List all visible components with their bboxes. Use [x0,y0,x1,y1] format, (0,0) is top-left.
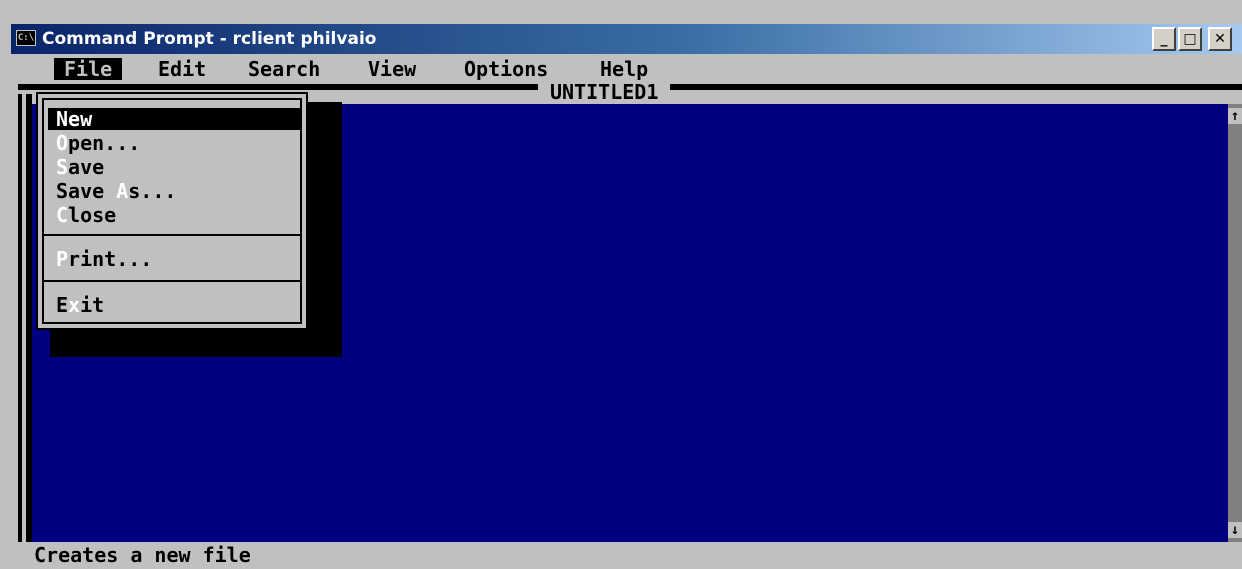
file-menu-save-as[interactable]: Save As... [48,180,300,202]
file-menu-exit[interactable]: Exit [48,294,300,316]
document-title: UNTITLED1 [538,80,671,104]
command-prompt-window: C:\ Command Prompt - rclient philvaio _ … [0,0,1242,569]
hotkey: A [116,179,129,203]
close-button[interactable]: ✕ [1208,27,1232,51]
file-menu-frame: New Open... Save Save As... Close Print.… [42,98,302,324]
hotkey: N [56,107,69,131]
menu-item-label: pen... [68,131,141,155]
hotkey: O [56,131,69,155]
menu-item-label: rint... [68,247,153,271]
menu-item-label: ave [68,155,105,179]
hotkey: S [56,155,69,179]
hotkey: x [68,293,81,317]
menu-file[interactable]: File [54,58,123,80]
maximize-icon: □ [1183,31,1197,47]
menu-help[interactable]: Help [600,58,648,80]
menu-item-label: ew [68,107,93,131]
menu-item-prefix: Save [56,179,117,203]
menu-search[interactable]: Search [248,58,320,80]
status-bar: Creates a new file [18,542,1242,569]
console-app-icon[interactable]: C:\ [16,30,36,46]
menu-options[interactable]: Options [464,58,548,80]
menu-item-label: it [80,293,105,317]
file-menu-print[interactable]: Print... [48,248,300,270]
menu-view[interactable]: View [368,58,416,80]
menu-separator [44,234,300,236]
file-menu-new[interactable]: New [48,108,300,130]
window-title: Command Prompt - rclient philvaio [42,29,377,49]
scroll-down-icon[interactable]: ↓ [1228,522,1242,538]
menu-edit[interactable]: Edit [158,58,206,80]
scroll-up-icon[interactable]: ↑ [1228,108,1242,124]
file-menu-close[interactable]: Close [48,204,300,226]
hotkey: C [56,203,69,227]
console-area: File Edit Search View Options Help UNTIT… [18,54,1242,569]
menu-bar: File Edit Search View Options Help [18,54,1242,82]
close-icon: ✕ [1214,31,1226,47]
menu-item-label: lose [68,203,117,227]
hotkey: P [56,247,69,271]
editor-left-line [22,94,26,542]
menu-item-prefix: E [56,293,69,317]
file-menu-dropdown: New Open... Save Save As... Close Print.… [36,92,308,330]
minimize-icon: _ [1160,31,1168,47]
file-menu-save[interactable]: Save [48,156,300,178]
menu-item-label: s... [128,179,177,203]
file-menu-open[interactable]: Open... [48,132,300,154]
menu-separator [44,280,300,282]
maximize-button[interactable]: □ [1178,27,1202,51]
vertical-scrollbar[interactable] [1228,104,1242,542]
minimize-button[interactable]: _ [1152,27,1176,51]
